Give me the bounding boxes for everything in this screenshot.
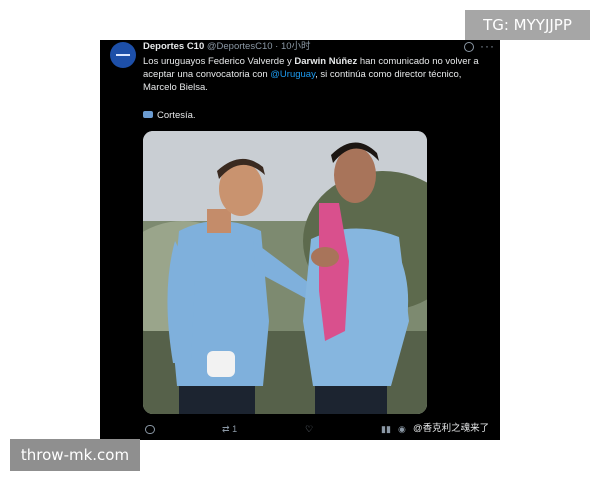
- text-part1: Los uruguayos Federico Valverde y: [143, 56, 295, 67]
- left-player-neck: [207, 209, 231, 233]
- weibo-icon: ◉: [398, 424, 406, 434]
- reply-icon[interactable]: [145, 425, 155, 434]
- right-player-face: [334, 147, 376, 203]
- retweet-button[interactable]: ⇄ 1: [222, 422, 237, 436]
- weibo-watermark: @香克利之魂来了: [413, 423, 490, 434]
- tweet-header: Deportes C10 @DeportesC10 · 10小时: [143, 41, 311, 53]
- courtesy-text: Cortesía.: [157, 110, 196, 121]
- tweet-photo[interactable]: [143, 131, 427, 414]
- views-icon[interactable]: ▮▮: [381, 422, 391, 436]
- courtesy-line: Cortesía.: [143, 109, 196, 122]
- left-player-wrist-wrap: [207, 351, 235, 377]
- tg-badge: TG: MYYJJPP: [465, 10, 590, 40]
- mention-link[interactable]: @Uruguay: [270, 69, 315, 80]
- more-icon[interactable]: ···: [480, 40, 495, 53]
- tweet-card[interactable]: Deportes C10 @DeportesC10 · 10小时 ··· Los…: [100, 40, 500, 440]
- display-name[interactable]: Deportes C10: [143, 41, 204, 52]
- timestamp[interactable]: 10小时: [281, 41, 311, 52]
- photo-illustration: [143, 131, 427, 414]
- retweet-count: 1: [232, 424, 238, 434]
- right-player-hands: [311, 247, 339, 267]
- camera-icon: [143, 111, 153, 118]
- footer-badge: throw-mk.com: [10, 439, 140, 471]
- like-icon[interactable]: ♡: [305, 422, 313, 436]
- grok-icon[interactable]: [464, 42, 474, 52]
- avatar[interactable]: [110, 42, 136, 68]
- text-bold-name: Darwin Núñez: [294, 56, 358, 67]
- handle[interactable]: @DeportesC10: [207, 41, 273, 52]
- separator: ·: [272, 41, 281, 52]
- retweet-icon: ⇄: [222, 424, 230, 434]
- tweet-text: Los uruguayos Federico Valverde y Darwin…: [143, 55, 495, 94]
